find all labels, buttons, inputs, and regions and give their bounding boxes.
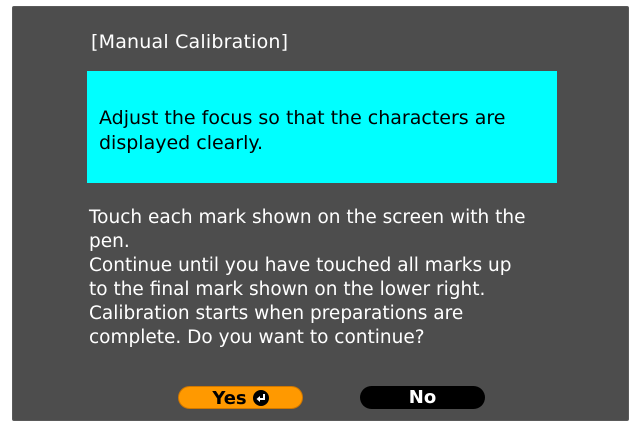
instruction-line: to the final mark shown on the lower rig… bbox=[89, 279, 486, 300]
instruction-line: Calibration starts when preparations are bbox=[89, 303, 464, 324]
focus-notice-box: Adjust the focus so that the characters … bbox=[87, 71, 557, 183]
yes-button[interactable]: Yes bbox=[178, 386, 303, 409]
instructions-text: Touch each mark shown on the screen with… bbox=[89, 206, 589, 350]
dialog-title: [Manual Calibration] bbox=[91, 31, 289, 53]
no-button[interactable]: No bbox=[360, 386, 485, 409]
notice-line: displayed clearly. bbox=[99, 132, 263, 154]
instruction-line: pen. bbox=[89, 231, 130, 252]
calibration-dialog: [Manual Calibration] Adjust the focus so… bbox=[12, 6, 629, 421]
instruction-line: complete. Do you want to continue? bbox=[89, 327, 425, 348]
notice-line: Adjust the focus so that the characters … bbox=[99, 107, 506, 129]
enter-icon bbox=[252, 390, 269, 406]
instruction-line: Touch each mark shown on the screen with… bbox=[89, 207, 526, 228]
yes-button-label: Yes bbox=[212, 388, 247, 409]
instruction-line: Continue until you have touched all mark… bbox=[89, 255, 512, 276]
no-button-label: No bbox=[408, 387, 437, 408]
